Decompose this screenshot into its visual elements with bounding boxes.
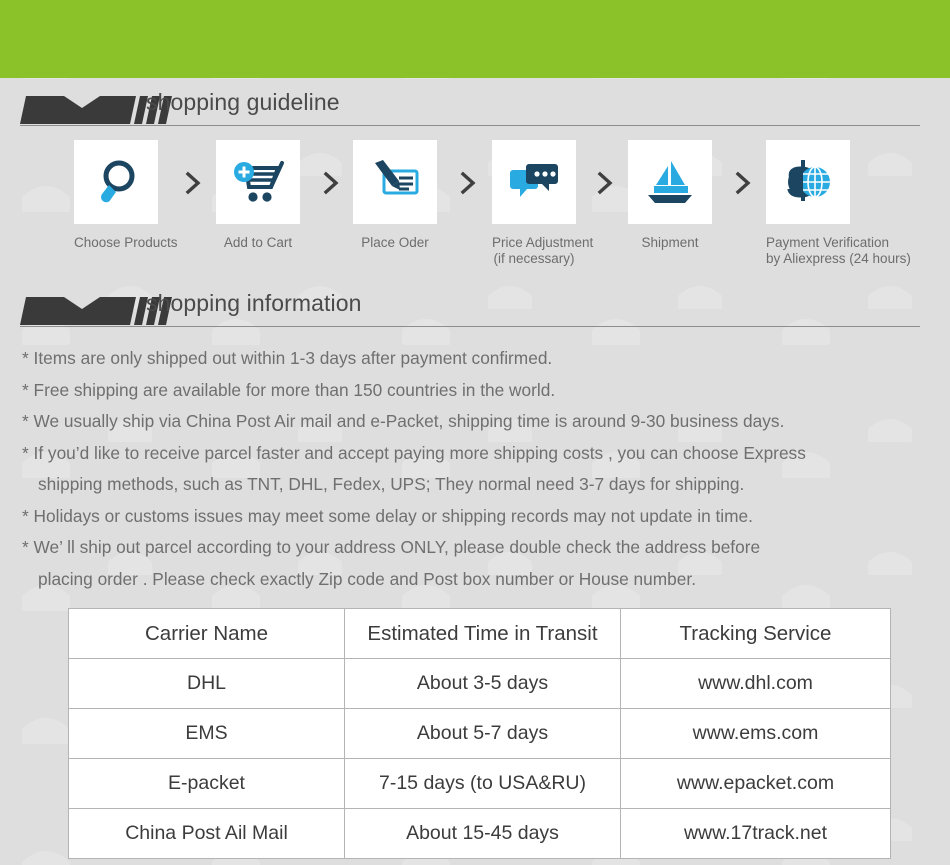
step-shipment: Shipment [628, 140, 712, 251]
cell-tracking-service[interactable]: www.ems.com [620, 708, 891, 759]
info-line: * We’ ll ship out parcel according to yo… [22, 537, 761, 557]
info-line: placing order . Please check exactly Zip… [38, 568, 697, 589]
step-icon-box [353, 140, 437, 224]
magnifier-icon [101, 160, 135, 203]
section-header-guideline: shopping guideline [0, 89, 950, 136]
step-label-line2: (if necessary) [493, 251, 575, 266]
cell-tracking-service[interactable]: www.17track.net [620, 808, 891, 859]
info-line: * Items are only shipped out within 1-3 … [22, 348, 553, 368]
cell-estimated-time: About 3-5 days [344, 658, 621, 709]
cell-carrier-name: EMS [68, 708, 345, 759]
cell-tracking-service[interactable]: www.dhl.com [620, 658, 891, 709]
shopping-steps: Choose Products Add to Cart Place Oder P… [0, 140, 950, 280]
step-label: Payment Verification by Aliexpress (24 h… [766, 235, 911, 267]
step-icon-box [216, 140, 300, 224]
step-place-order: Place Oder [353, 140, 437, 251]
step-payment-verification: S Payment Verification by Aliexpress (24 [766, 140, 911, 267]
shipping-info-page: shopping guideline Choose Products Add t… [0, 0, 950, 865]
step-label: Place Oder [353, 235, 437, 251]
step-label-line1: Choose Products [74, 235, 178, 250]
info-line: shipping methods, such as TNT, DHL, Fede… [38, 474, 745, 494]
step-add-to-cart: Add to Cart [216, 140, 300, 251]
step-icon-box [628, 140, 712, 224]
cell-estimated-time: 7-15 days (to USA&RU) [344, 758, 621, 809]
step-label: Shipment [628, 235, 712, 251]
step-label-line1: Add to Cart [223, 235, 293, 250]
cell-carrier-name: E-packet [68, 758, 345, 809]
step-icon-box [492, 140, 576, 224]
info-line: * If you’d like to receive parcel faster… [22, 442, 806, 463]
step-label-line1: Place Oder [361, 235, 429, 250]
add-to-cart-icon [234, 161, 284, 202]
info-line: * We usually ship via China Post Air mai… [22, 411, 785, 431]
heading-underline [20, 326, 920, 327]
step-icon-box: S [766, 140, 850, 224]
dollar-globe-icon: S [786, 158, 830, 207]
step-label: Add to Cart [216, 235, 300, 251]
step-price-adjustment: Price Adjustment (if necessary) [492, 140, 593, 267]
step-label: Price Adjustment (if necessary) [492, 235, 593, 267]
step-label-line1: Payment Verification [766, 235, 890, 250]
shipping-info-list: * Items are only shipped out within 1-3 … [22, 343, 932, 595]
chevron-right-icon [735, 171, 751, 195]
chevron-right-icon [460, 171, 476, 195]
section-header-information: shopping information [0, 290, 950, 337]
table-row: DHL About 3-5 days www.dhl.com [68, 658, 891, 709]
chevron-right-icon [185, 171, 201, 195]
table-header-estimated-time: Estimated Time in Transit [344, 608, 621, 659]
step-choose-products: Choose Products [74, 140, 178, 251]
step-label-line2: by Aliexpress (24 hours) [766, 251, 911, 266]
chat-bubbles-icon [510, 164, 558, 197]
section-title-information: shopping information [146, 290, 362, 316]
cell-carrier-name: DHL [68, 658, 345, 709]
cell-tracking-service[interactable]: www.epacket.com [620, 758, 891, 809]
table-row: E-packet 7-15 days (to USA&RU) www.epack… [68, 758, 891, 809]
cell-carrier-name: China Post Ail Mail [68, 808, 345, 859]
table-header-row: Carrier Name Estimated Time in Transit T… [68, 608, 891, 659]
chevron-right-icon [323, 171, 339, 195]
carrier-table: Carrier Name Estimated Time in Transit T… [68, 608, 891, 859]
table-header-tracking-service: Tracking Service [620, 608, 891, 659]
heading-underline [20, 125, 920, 126]
info-line: * Free shipping are available for more t… [22, 379, 556, 400]
top-green-banner [0, 0, 950, 78]
table-row: China Post Ail Mail About 15-45 days www… [68, 808, 891, 859]
cell-estimated-time: About 5-7 days [344, 708, 621, 759]
chevron-right-icon [597, 171, 613, 195]
step-label-line1: Shipment [641, 235, 699, 250]
pen-check-icon [375, 160, 419, 195]
step-label: Choose Products [74, 235, 178, 251]
table-header-carrier-name: Carrier Name [68, 608, 345, 659]
step-label-line1: Price Adjustment [492, 235, 594, 250]
sailboat-icon [648, 161, 692, 203]
info-line: * Holidays or customs issues may meet so… [22, 505, 753, 526]
table-row: EMS About 5-7 days www.ems.com [68, 708, 891, 759]
step-icon-box [74, 140, 158, 224]
section-title-guideline: shopping guideline [146, 89, 340, 115]
cell-estimated-time: About 15-45 days [344, 808, 621, 859]
